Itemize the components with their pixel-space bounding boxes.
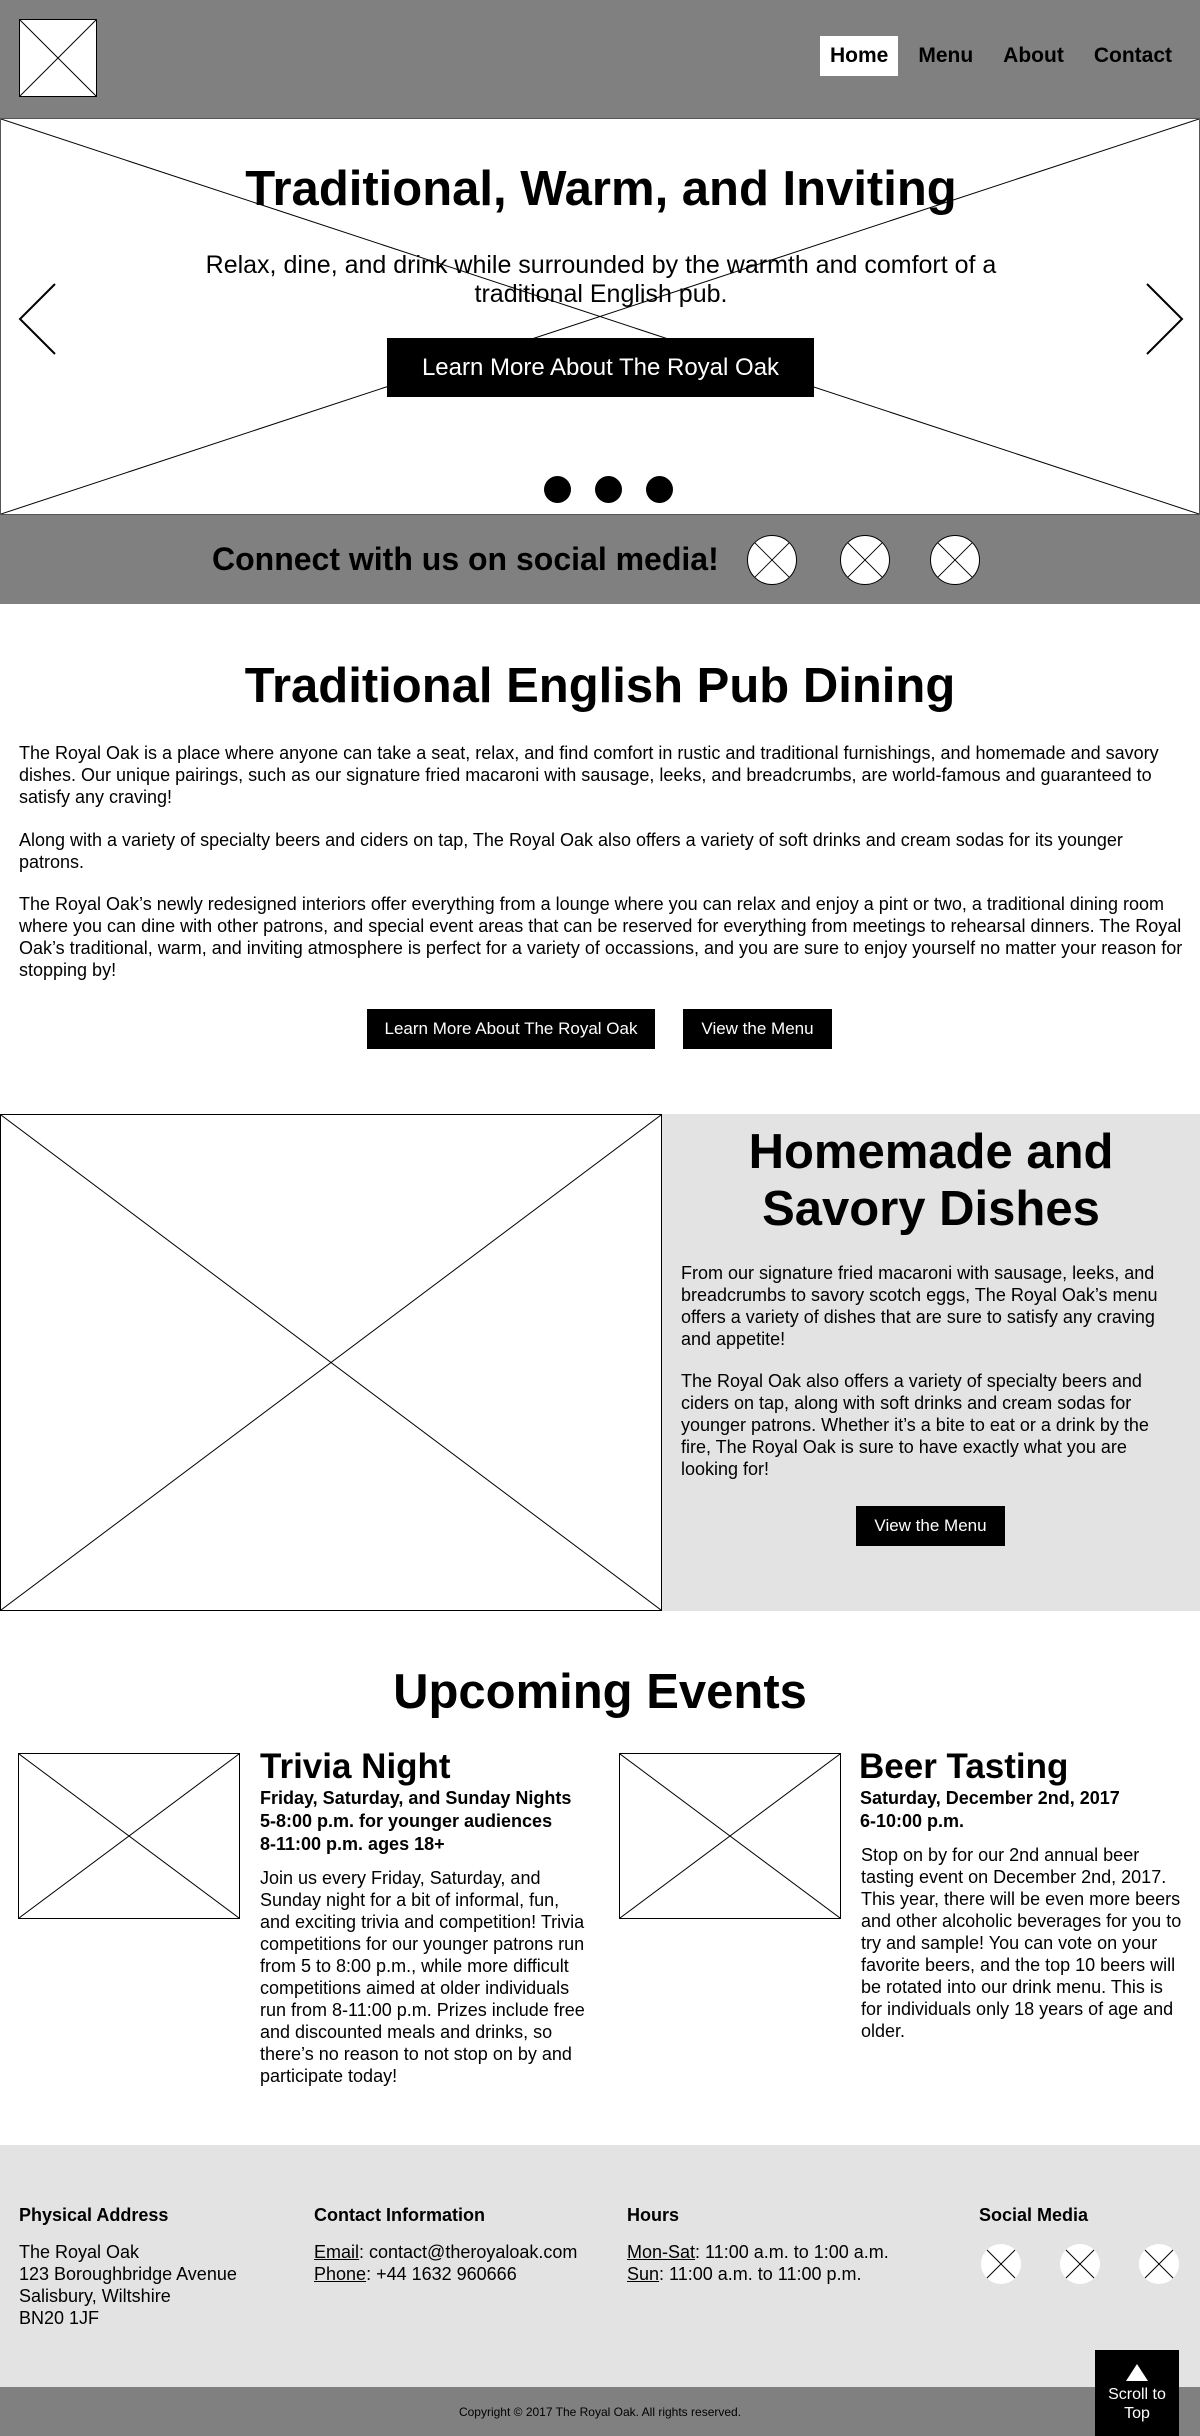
beer-tasting-event-date: Saturday, December 2nd, 2017 xyxy=(860,1788,1120,1808)
homemade-title-line-2: Savory Dishes xyxy=(762,1182,1100,1236)
trivia-event-schedule: Friday, Saturday, and Sunday Nights 5-8:… xyxy=(260,1787,571,1856)
carousel-prev-arrow-icon[interactable] xyxy=(17,282,57,361)
footer-email-label[interactable]: Email xyxy=(314,2242,359,2262)
footer-social-icon-3[interactable] xyxy=(1139,2244,1179,2284)
nav-contact[interactable]: Contact xyxy=(1084,36,1182,76)
homemade-section: Homemade and Savory Dishes From our sign… xyxy=(0,1114,1200,1611)
dining-paragraph-2: Along with a variety of specialty beers … xyxy=(19,830,1123,872)
scroll-to-top-label-2: Top xyxy=(1124,2405,1150,2422)
trivia-event-young-time: 5-8:00 p.m. for younger audiences xyxy=(260,1811,553,1831)
carousel-dot-1[interactable] xyxy=(544,476,571,503)
arrow-up-icon xyxy=(1126,2364,1148,2381)
homemade-image-placeholder xyxy=(0,1114,662,1611)
footer-social-icon-1[interactable] xyxy=(981,2244,1021,2284)
dining-paragraph-3: The Royal Oak’s newly redesigned interio… xyxy=(19,894,1183,980)
dining-view-menu-button[interactable]: View the Menu xyxy=(683,1009,832,1049)
footer-address-heading: Physical Address xyxy=(19,2205,169,2225)
logo-image-placeholder[interactable] xyxy=(19,19,97,97)
social-media-band: Connect with us on social media! xyxy=(0,515,1200,604)
hero-title: Traditional, Warm, and Inviting xyxy=(245,162,957,216)
carousel-indicators xyxy=(544,476,673,503)
dining-section-title: Traditional English Pub Dining xyxy=(244,659,956,713)
copyright-text: Copyright © 2017 The Royal Oak. All righ… xyxy=(458,2405,742,2419)
beer-tasting-event-title: Beer Tasting xyxy=(859,1747,1069,1786)
footer-hours-label-2: Sun xyxy=(627,2264,660,2284)
beer-tasting-event-description: Stop on by for our 2nd annual beer tasti… xyxy=(861,1845,1182,2041)
footer-social-icon-2[interactable] xyxy=(1060,2244,1100,2284)
trivia-event-description: Join us every Friday, Saturday, and Sund… xyxy=(260,1868,585,2086)
footer-address-line-2: 123 Boroughbridge Avenue xyxy=(19,2264,237,2284)
carousel-next-arrow-icon[interactable] xyxy=(1145,282,1185,361)
hero-carousel: Traditional, Warm, and Inviting Relax, d… xyxy=(0,118,1200,515)
footer-hours-heading: Hours xyxy=(627,2205,680,2225)
trivia-event-days: Friday, Saturday, and Sunday Nights xyxy=(260,1788,572,1808)
nav-about[interactable]: About xyxy=(993,36,1074,76)
carousel-dot-3[interactable] xyxy=(646,476,673,503)
footer-hours-value-1: : 11:00 a.m. to 1:00 a.m. xyxy=(695,2242,889,2262)
social-icon-2[interactable] xyxy=(840,535,890,585)
social-icon-1[interactable] xyxy=(747,535,797,585)
footer-hours-value-2: : 11:00 a.m. to 11:00 p.m. xyxy=(659,2264,862,2284)
footer-address-line-3: Salisbury, Wiltshire xyxy=(19,2286,171,2306)
nav-home[interactable]: Home xyxy=(819,36,899,76)
footer-phone-value: : +44 1632 960666 xyxy=(366,2264,517,2284)
scroll-to-top-button[interactable]: Scroll to Top xyxy=(1095,2350,1179,2436)
hero-learn-more-button[interactable]: Learn More About The Royal Oak xyxy=(387,338,814,397)
footer-hours-row-2: Sun: 11:00 a.m. to 11:00 p.m. xyxy=(627,2263,889,2285)
footer-social-heading: Social Media xyxy=(979,2205,1089,2225)
social-icon-3[interactable] xyxy=(930,535,980,585)
homemade-paragraph-1: From our signature fried macaroni with s… xyxy=(681,1263,1158,1349)
site-footer: Physical Address The Royal Oak 123 Borou… xyxy=(0,2145,1200,2387)
trivia-event-title: Trivia Night xyxy=(260,1747,451,1786)
site-header: Home Menu About Contact xyxy=(0,0,1200,118)
footer-address: The Royal Oak 123 Boroughbridge Avenue S… xyxy=(19,2241,237,2329)
homemade-title-line-1: Homemade and xyxy=(748,1125,1114,1179)
dining-learn-more-button[interactable]: Learn More About The Royal Oak xyxy=(367,1009,655,1049)
footer-contact-heading: Contact Information xyxy=(314,2205,485,2225)
footer-address-line-1: The Royal Oak xyxy=(19,2242,140,2262)
footer-phone-row: Phone: +44 1632 960666 xyxy=(314,2263,577,2285)
carousel-dot-2[interactable] xyxy=(595,476,622,503)
nav-menu[interactable]: Menu xyxy=(908,36,983,76)
footer-phone-label[interactable]: Phone xyxy=(314,2264,366,2284)
trivia-event-adult-time: 8-11:00 p.m. ages 18+ xyxy=(260,1834,445,1854)
homemade-view-menu-button[interactable]: View the Menu xyxy=(856,1506,1005,1546)
social-media-heading: Connect with us on social media! xyxy=(212,541,719,577)
main-nav: Home Menu About Contact xyxy=(810,36,1182,76)
page: Home Menu About Contact Traditional, War… xyxy=(0,0,1200,2436)
footer-hours-label-1: Mon-Sat xyxy=(627,2242,696,2262)
beer-tasting-event-schedule: Saturday, December 2nd, 2017 6-10:00 p.m… xyxy=(860,1787,1120,1833)
footer-hours: Mon-Sat: 11:00 a.m. to 1:00 a.m. Sun: 11… xyxy=(627,2241,889,2285)
beer-tasting-event-time: 6-10:00 p.m. xyxy=(860,1811,965,1831)
footer-email-value: : contact@theroyaloak.com xyxy=(359,2242,578,2262)
homemade-title: Homemade and Savory Dishes xyxy=(662,1124,1200,1238)
hero-subtitle: Relax, dine, and drink while surrounded … xyxy=(205,251,997,308)
copyright-bar: Copyright © 2017 The Royal Oak. All righ… xyxy=(0,2387,1200,2436)
beer-tasting-event-image-placeholder xyxy=(619,1753,841,1919)
dining-paragraph-1: The Royal Oak is a place where anyone ca… xyxy=(19,743,1159,807)
homemade-paragraph-2: The Royal Oak also offers a variety of s… xyxy=(681,1371,1149,1479)
footer-address-line-4: BN20 1JF xyxy=(19,2308,100,2328)
trivia-event-image-placeholder xyxy=(18,1753,240,1919)
footer-contact: Email: contact@theroyaloak.com Phone: +4… xyxy=(314,2241,577,2285)
footer-hours-row-1: Mon-Sat: 11:00 a.m. to 1:00 a.m. xyxy=(627,2241,889,2263)
scroll-to-top-label-1: Scroll to xyxy=(1108,2386,1166,2403)
events-section-title: Upcoming Events xyxy=(393,1665,807,1719)
footer-email-row: Email: contact@theroyaloak.com xyxy=(314,2241,577,2263)
